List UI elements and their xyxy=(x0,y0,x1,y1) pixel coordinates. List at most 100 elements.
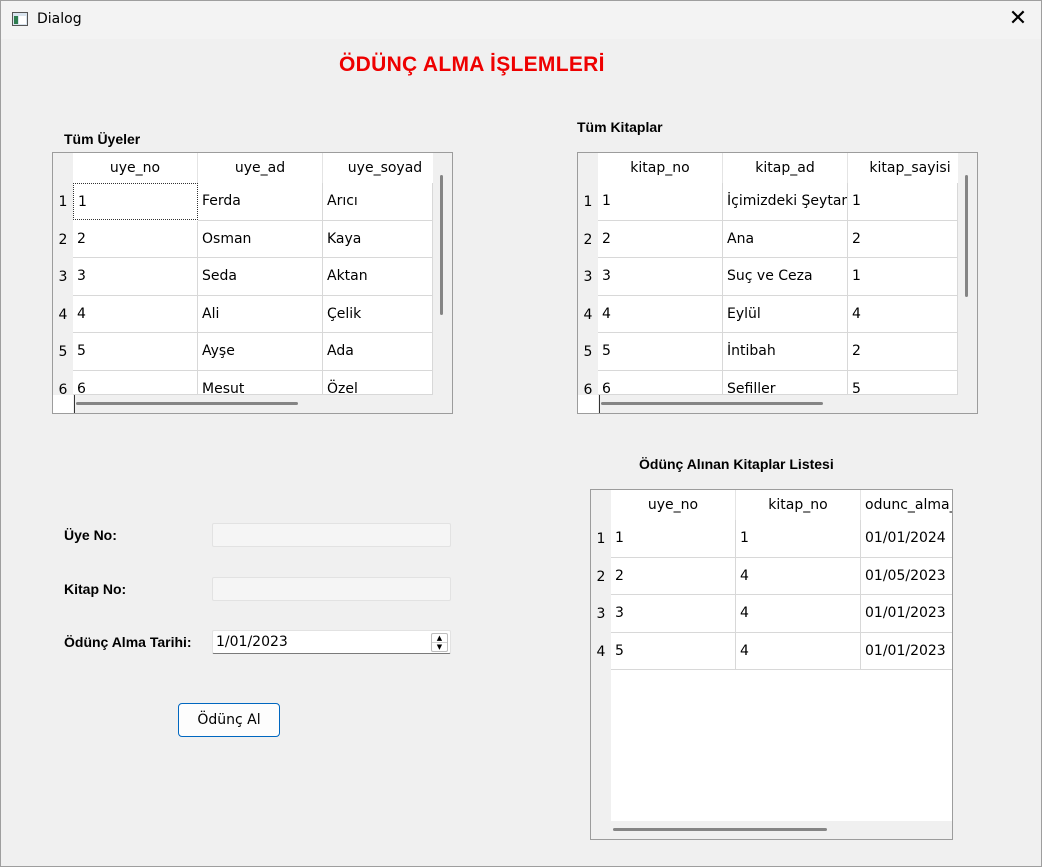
table-cell[interactable]: Seda xyxy=(198,258,323,296)
table-cell[interactable]: Suç ve Ceza xyxy=(723,258,848,296)
loans-col-header[interactable]: uye_no xyxy=(611,490,736,520)
row-number[interactable]: 3 xyxy=(578,258,598,296)
table-cell[interactable]: Eylül xyxy=(723,296,848,333)
row-number[interactable]: 1 xyxy=(578,183,598,221)
table-cell[interactable]: 4 xyxy=(73,296,198,333)
row-number[interactable]: 2 xyxy=(578,221,598,259)
books-col-header[interactable]: kitap_no xyxy=(598,153,723,183)
table-cell[interactable]: 1 xyxy=(848,183,958,221)
members-col-header[interactable]: uye_no xyxy=(73,153,198,183)
books-hscroll-thumb[interactable] xyxy=(601,402,823,405)
books-col-header[interactable]: kitap_ad xyxy=(723,153,848,183)
row-number[interactable]: 5 xyxy=(53,333,73,371)
books-vscroll-thumb[interactable] xyxy=(965,175,968,297)
dialog-window: Dialog ✕ ÖDÜNÇ ALMA İŞLEMLERİ Tüm Üyeler… xyxy=(0,0,1042,867)
books-row-divider xyxy=(599,395,600,413)
table-cell[interactable]: Sefiller xyxy=(723,371,848,395)
loan-date-input[interactable]: 1/01/2023 ▲ ▼ xyxy=(212,630,451,654)
title-bar: Dialog ✕ xyxy=(1,1,1041,39)
table-cell[interactable]: 1 xyxy=(736,520,861,558)
members-corner xyxy=(53,153,73,183)
row-number[interactable]: 6 xyxy=(578,371,598,409)
spin-up-icon[interactable]: ▲ xyxy=(432,634,447,643)
loans-col-header[interactable]: odunc_alma_t xyxy=(861,490,952,520)
table-cell[interactable]: 5 xyxy=(848,371,958,395)
table-cell[interactable]: 2 xyxy=(848,333,958,371)
table-cell[interactable]: 5 xyxy=(611,633,736,670)
table-cell[interactable]: 3 xyxy=(73,258,198,296)
row-number[interactable]: 4 xyxy=(53,296,73,334)
table-cell[interactable]: Ana xyxy=(723,221,848,258)
table-cell[interactable]: Çelik xyxy=(323,296,433,333)
members-col-header[interactable]: uye_ad xyxy=(198,153,323,183)
table-cell[interactable]: 4 xyxy=(736,595,861,633)
row-number[interactable]: 2 xyxy=(591,558,611,596)
table-cell[interactable]: Özel xyxy=(323,371,433,395)
table-cell[interactable]: Ayşe xyxy=(198,333,323,371)
table-cell[interactable]: İntibah xyxy=(723,333,848,371)
table-cell[interactable]: 6 xyxy=(73,371,198,395)
books-corner xyxy=(578,153,598,183)
borrow-button[interactable]: Ödünç Al xyxy=(178,703,280,737)
loans-col-header[interactable]: kitap_no xyxy=(736,490,861,520)
table-cell[interactable]: 1 xyxy=(73,183,198,220)
table-cell[interactable]: 01/01/2024 xyxy=(861,520,952,558)
table-cell[interactable]: 2 xyxy=(848,221,958,258)
table-cell[interactable]: Osman xyxy=(198,221,323,258)
row-number[interactable]: 4 xyxy=(591,633,611,671)
table-cell[interactable]: 01/05/2023 xyxy=(861,558,952,595)
table-cell[interactable]: 1 xyxy=(598,183,723,221)
table-cell[interactable]: 6 xyxy=(598,371,723,395)
table-cell[interactable]: 2 xyxy=(611,558,736,595)
spin-down-icon[interactable]: ▼ xyxy=(432,643,447,652)
row-number[interactable]: 6 xyxy=(53,371,73,409)
table-cell[interactable]: Aktan xyxy=(323,258,433,296)
members-vscroll-track[interactable] xyxy=(433,153,452,395)
book-no-input[interactable] xyxy=(212,577,451,601)
loan-date-label: Ödünç Alma Tarihi: xyxy=(64,634,192,650)
row-number[interactable]: 5 xyxy=(578,333,598,371)
table-cell[interactable]: Ada xyxy=(323,333,433,371)
row-number[interactable]: 2 xyxy=(53,221,73,259)
members-vscroll-thumb[interactable] xyxy=(440,175,443,315)
loans-table[interactable]: uye_no kitap_no odunc_alma_t 1 2 3 4 1 1… xyxy=(590,489,953,840)
table-cell[interactable]: İçimizdeki Şeytan xyxy=(723,183,848,221)
table-cell[interactable]: 3 xyxy=(611,595,736,633)
date-spinner[interactable]: ▲ ▼ xyxy=(431,633,448,652)
table-cell[interactable]: Arıcı xyxy=(323,183,433,221)
row-number[interactable]: 3 xyxy=(53,258,73,296)
books-table[interactable]: kitap_no kitap_ad kitap_sayisi 1 2 3 4 5… xyxy=(577,152,978,414)
members-col-header[interactable]: uye_soyad xyxy=(323,153,448,183)
table-cell[interactable]: 01/01/2023 xyxy=(861,595,952,633)
row-number[interactable]: 4 xyxy=(578,296,598,334)
row-number[interactable]: 1 xyxy=(53,183,73,221)
table-cell[interactable]: 2 xyxy=(73,221,198,258)
table-cell[interactable]: 1 xyxy=(611,520,736,558)
table-cell[interactable]: 3 xyxy=(598,258,723,296)
members-table[interactable]: uye_no uye_ad uye_soyad 1 2 3 4 5 6 1 Fe… xyxy=(52,152,453,414)
table-cell[interactable]: 2 xyxy=(598,221,723,258)
close-button[interactable]: ✕ xyxy=(995,1,1041,39)
table-cell[interactable]: 5 xyxy=(73,333,198,371)
table-cell[interactable]: Mesut xyxy=(198,371,323,395)
book-no-label: Kitap No: xyxy=(64,581,127,597)
books-col-header[interactable]: kitap_sayisi xyxy=(848,153,973,183)
member-no-label: Üye No: xyxy=(64,527,117,543)
table-cell[interactable]: Ali xyxy=(198,296,323,333)
table-cell[interactable]: Kaya xyxy=(323,221,433,258)
table-cell[interactable]: 1 xyxy=(848,258,958,296)
table-cell[interactable]: 4 xyxy=(598,296,723,333)
table-cell[interactable]: Ferda xyxy=(198,183,323,221)
loans-hscroll-thumb[interactable] xyxy=(613,828,827,831)
loans-row-header: 1 2 3 4 xyxy=(591,520,611,821)
table-cell[interactable]: 4 xyxy=(848,296,958,333)
table-cell[interactable]: 5 xyxy=(598,333,723,371)
row-number[interactable]: 3 xyxy=(591,595,611,633)
table-cell[interactable]: 4 xyxy=(736,558,861,595)
books-vscroll-track[interactable] xyxy=(958,153,977,395)
table-cell[interactable]: 01/01/2023 xyxy=(861,633,952,670)
member-no-input[interactable] xyxy=(212,523,451,547)
members-hscroll-thumb[interactable] xyxy=(76,402,298,405)
table-cell[interactable]: 4 xyxy=(736,633,861,670)
row-number[interactable]: 1 xyxy=(591,520,611,558)
